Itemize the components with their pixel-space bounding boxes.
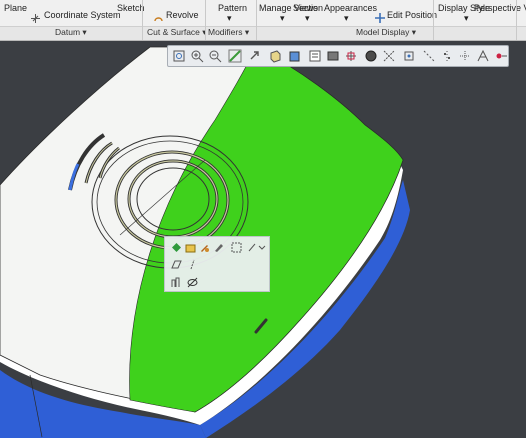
view-manager-icon[interactable]: [326, 49, 340, 63]
ribbon: Plane Coordinate System Sketch Datum ▾ R…: [0, 0, 526, 41]
appearance-icon[interactable]: [364, 49, 378, 63]
section-button[interactable]: Section: [293, 3, 323, 13]
measure-icon[interactable]: [171, 277, 182, 288]
sketch-icon[interactable]: [187, 259, 198, 270]
datum-display-icon[interactable]: [382, 49, 396, 63]
appearances-dropdown-icon[interactable]: ▾: [344, 13, 349, 23]
section-icon[interactable]: [344, 49, 358, 63]
display-style-button[interactable]: Display Style: [438, 3, 490, 13]
display-style-icon[interactable]: [288, 49, 302, 63]
plane-button[interactable]: Plane: [4, 3, 27, 13]
revolve-button[interactable]: Revolve: [166, 10, 199, 20]
mini-toolbar: [164, 236, 270, 292]
plane-display-icon[interactable]: [402, 49, 416, 63]
cut-surface-group-label[interactable]: Cut & Surface ▾: [147, 27, 207, 38]
coordinate-system-button[interactable]: Coordinate System: [44, 10, 121, 20]
edit-position-button[interactable]: Edit Position: [387, 10, 437, 20]
named-views-icon[interactable]: [308, 49, 322, 63]
manage-views-button[interactable]: Manage Views: [259, 3, 318, 13]
repaint-icon[interactable]: [228, 49, 242, 63]
model-display-group-label[interactable]: Model Display ▾: [356, 27, 416, 38]
zoom-in-icon[interactable]: [190, 49, 204, 63]
revolve-icon: [154, 10, 163, 22]
annotation-display-icon[interactable]: [476, 49, 490, 63]
more-icon[interactable]: [247, 242, 267, 253]
insert-icon[interactable]: [231, 242, 242, 253]
pattern-dropdown-icon[interactable]: ▾: [227, 13, 232, 23]
view-group-bar: [434, 26, 526, 40]
datum-plane-icon[interactable]: [171, 259, 182, 270]
display-style-dropdown-icon[interactable]: ▾: [464, 13, 469, 23]
modifiers-group-label[interactable]: Modifiers ▾: [208, 27, 249, 38]
open-icon[interactable]: [185, 242, 196, 253]
appearances-button[interactable]: Appearances: [324, 3, 377, 13]
spin-center-icon[interactable]: [494, 49, 508, 63]
graphics-toolbar: [167, 45, 509, 67]
section-dropdown-icon[interactable]: ▾: [305, 13, 310, 23]
point-display-icon[interactable]: [440, 49, 454, 63]
saved-orientations-icon[interactable]: [268, 49, 282, 63]
divider: [516, 0, 517, 40]
hide-icon[interactable]: [171, 242, 182, 253]
pattern-button[interactable]: Pattern: [218, 3, 247, 13]
manage-views-dropdown-icon[interactable]: ▾: [280, 13, 285, 23]
refit-icon[interactable]: [172, 49, 186, 63]
csys-display-icon[interactable]: [458, 49, 472, 63]
pan-icon[interactable]: [248, 49, 262, 63]
visibility-icon[interactable]: [187, 277, 198, 288]
datum-group-label[interactable]: Datum ▾: [55, 27, 87, 38]
sketch-button[interactable]: Sketch: [117, 3, 145, 13]
perspective-view-button[interactable]: Perspective View: [474, 3, 526, 13]
axis-display-icon[interactable]: [422, 49, 436, 63]
zoom-out-icon[interactable]: [208, 49, 222, 63]
edit-icon[interactable]: [213, 242, 224, 253]
coordinate-system-icon: [31, 10, 40, 23]
edit-position-icon: [375, 10, 385, 23]
edit-definition-icon[interactable]: [199, 242, 210, 253]
